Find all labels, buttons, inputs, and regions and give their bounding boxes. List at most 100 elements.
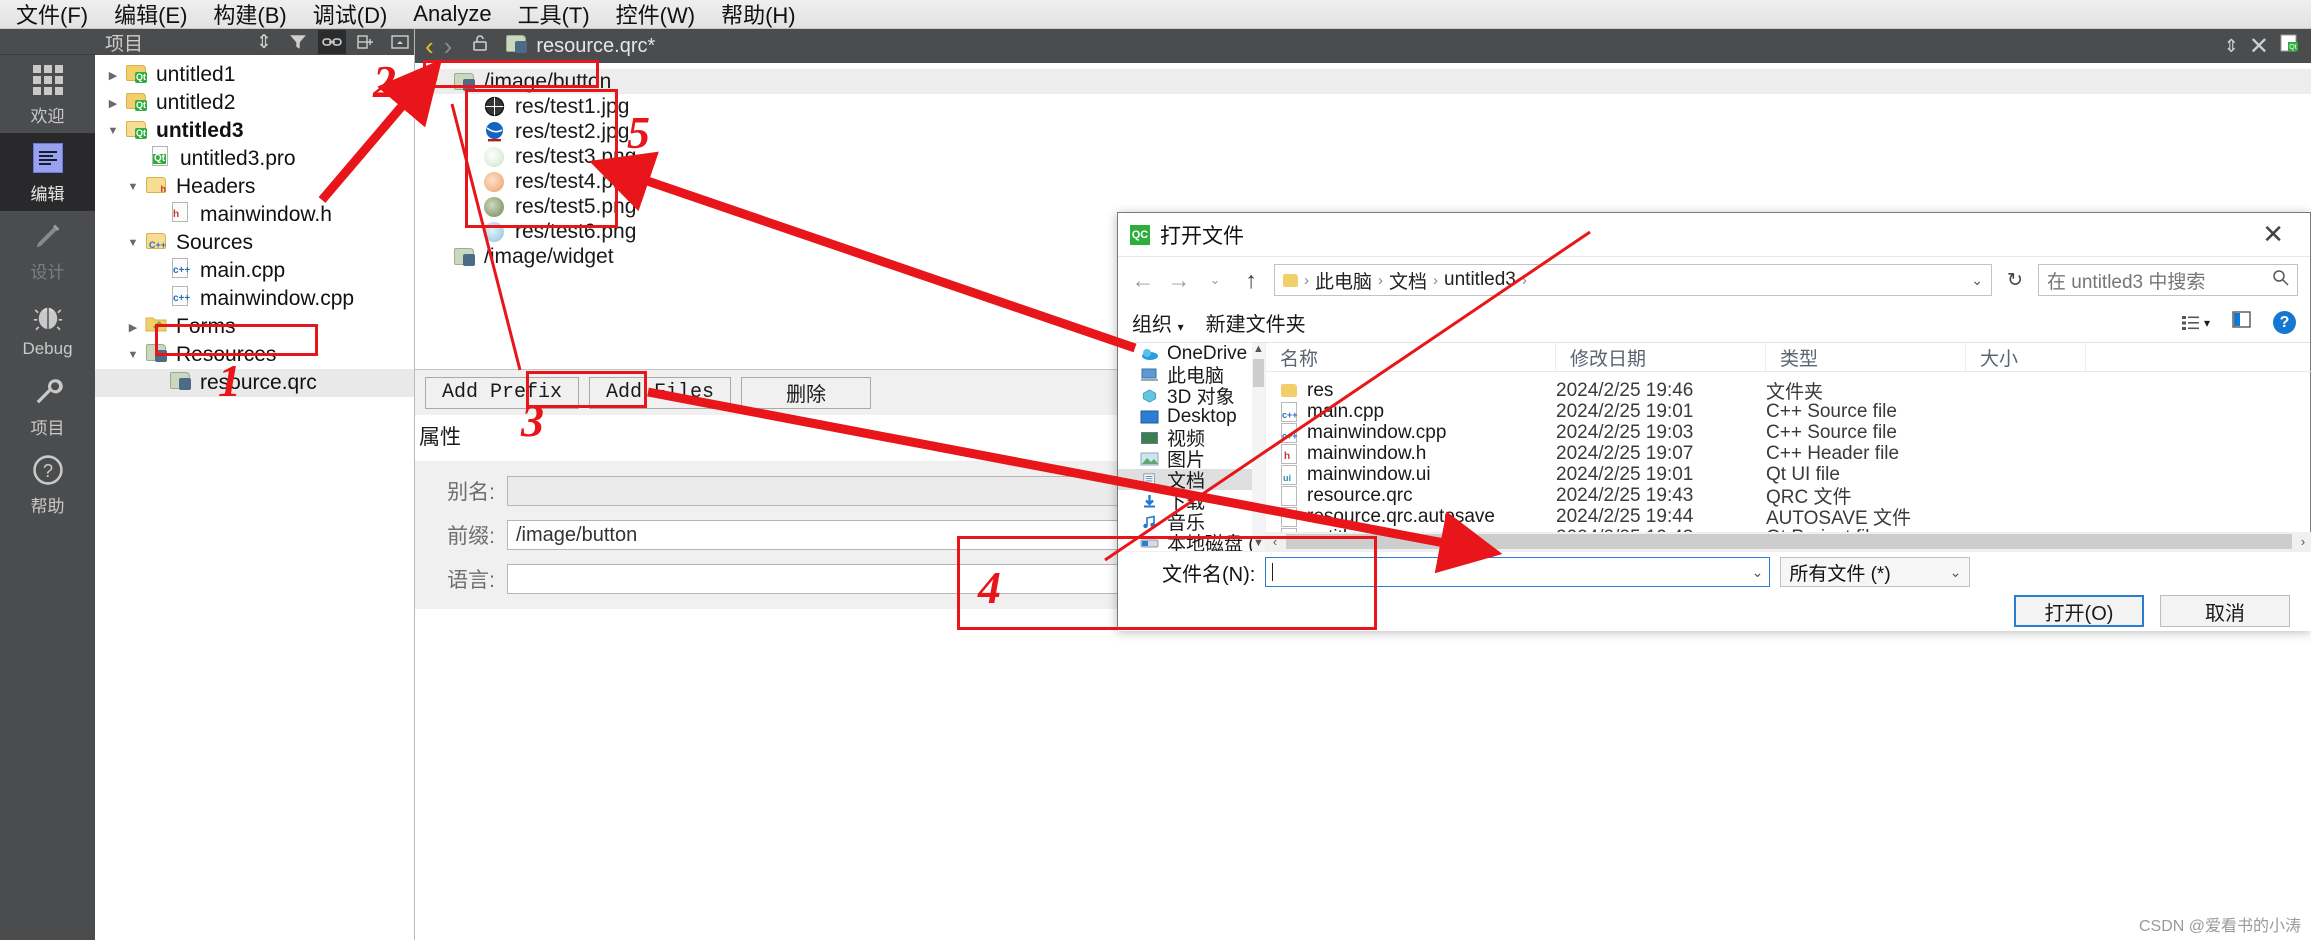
- tree-label: Resources: [176, 343, 277, 366]
- file-list-horizontal-scrollbar[interactable]: ‹ ›: [1266, 532, 2311, 551]
- menu-item-widgets[interactable]: 控件(W): [616, 0, 695, 30]
- column-name[interactable]: 名称: [1266, 343, 1556, 372]
- mode-debug[interactable]: Debug: [0, 289, 95, 367]
- alias-label: 别名:: [447, 481, 495, 504]
- column-type[interactable]: 类型: [1766, 343, 1966, 372]
- scroll-up-icon[interactable]: ▲: [1252, 343, 1265, 357]
- help-icon[interactable]: ?: [2273, 311, 2296, 334]
- menu-item-file[interactable]: 文件(F): [16, 0, 88, 30]
- resource-file-test2[interactable]: res/test2.jpg: [415, 119, 2311, 144]
- preview-pane-icon[interactable]: [2232, 310, 2251, 335]
- file-date: 2024/2/25 19:46: [1556, 379, 1694, 401]
- breadcrumb-pc[interactable]: 此电脑: [1315, 267, 1372, 294]
- filter-icon[interactable]: [284, 30, 312, 54]
- back-icon[interactable]: ‹: [425, 31, 434, 62]
- menu-item-tools[interactable]: 工具(T): [518, 0, 590, 30]
- resource-file-test3[interactable]: res/test3.png: [415, 144, 2311, 169]
- mode-help[interactable]: ? 帮助: [0, 445, 95, 523]
- back-icon[interactable]: ←: [1130, 267, 1156, 294]
- close-icon[interactable]: ✕: [2248, 219, 2298, 250]
- chevron-down-icon[interactable]: ▼: [123, 181, 143, 193]
- editor-filename: resource.qrc*: [536, 34, 656, 57]
- tree-item-main-cpp[interactable]: c++ main.cpp: [95, 257, 414, 285]
- menu-item-analyze[interactable]: Analyze: [413, 1, 491, 27]
- scroll-thumb[interactable]: [1286, 534, 2292, 549]
- breadcrumb-documents[interactable]: 文档: [1389, 267, 1427, 294]
- add-prefix-button[interactable]: Add Prefix: [425, 376, 580, 409]
- search-box[interactable]: 在 untitled3 中搜索: [2038, 264, 2298, 296]
- chevron-down-icon[interactable]: ⌄: [1950, 564, 1962, 581]
- column-size[interactable]: 大小: [1966, 343, 2086, 372]
- table-row[interactable]: c++ main.cpp 2024/2/25 19:01 C++ Source …: [1266, 401, 2311, 422]
- ui-file-icon: ui: [1280, 464, 1298, 485]
- tree-item-untitled2[interactable]: ▶ Qt untitled2: [95, 89, 414, 117]
- chevron-down-icon[interactable]: ▼: [123, 349, 143, 361]
- collapse-icon[interactable]: [386, 30, 414, 54]
- nav-pane-scrollbar[interactable]: ▲ ▼: [1252, 343, 1265, 551]
- table-row[interactable]: res 2024/2/25 19:46 文件夹: [1266, 379, 2311, 403]
- tree-item-headers[interactable]: ▼ h Headers: [95, 173, 414, 201]
- tree-item-untitled1[interactable]: ▶ Qt untitled1: [95, 61, 414, 89]
- address-bar[interactable]: › 此电脑 › 文档 › untitled3 › ⌄: [1274, 264, 1992, 296]
- tree-item-mainwindow-cpp[interactable]: c++ mainwindow.cpp: [95, 285, 414, 313]
- resource-file-test1[interactable]: res/test1.jpg: [415, 94, 2311, 119]
- split-icon[interactable]: ⇕: [2224, 36, 2239, 57]
- menu-item-build[interactable]: 构建(B): [213, 0, 286, 30]
- scroll-left-icon[interactable]: ‹: [1266, 534, 1284, 549]
- chevron-down-icon[interactable]: ⌄: [1971, 272, 1983, 289]
- menu-item-debug[interactable]: 调试(D): [313, 0, 388, 30]
- recent-dropdown-icon[interactable]: ⌄: [1202, 272, 1228, 288]
- forward-icon[interactable]: →: [1166, 267, 1192, 294]
- organize-button[interactable]: 组织 ▾: [1132, 308, 1184, 337]
- column-date[interactable]: 修改日期: [1556, 343, 1766, 372]
- split-add-icon[interactable]: [352, 30, 380, 54]
- nav-item-local-disk-c[interactable]: 本地磁盘 (C:): [1118, 532, 1265, 551]
- filename-input[interactable]: ⌄: [1265, 557, 1771, 587]
- delete-button[interactable]: 删除: [741, 376, 872, 409]
- table-row[interactable]: h mainwindow.h 2024/2/25 19:07 C++ Heade…: [1266, 443, 2311, 464]
- qt-doc-icon[interactable]: Qt: [2279, 33, 2301, 59]
- unlock-icon[interactable]: [470, 33, 490, 59]
- nav-item-3dobjects[interactable]: 3D 对象: [1118, 385, 1265, 408]
- menu-item-help[interactable]: 帮助(H): [721, 0, 796, 30]
- updown-icon[interactable]: ⇕: [250, 30, 278, 54]
- chevron-down-icon[interactable]: ▼: [429, 76, 451, 88]
- scroll-down-icon[interactable]: ▼: [1252, 537, 1265, 551]
- add-files-button[interactable]: Add Files: [589, 376, 732, 409]
- mode-projects[interactable]: 项目: [0, 367, 95, 445]
- forward-icon[interactable]: ›: [444, 31, 453, 62]
- open-button[interactable]: 打开(O): [2014, 595, 2144, 627]
- mode-welcome[interactable]: 欢迎: [0, 55, 95, 133]
- cancel-button[interactable]: 取消: [2160, 595, 2290, 627]
- link-icon[interactable]: [318, 30, 346, 54]
- refresh-icon[interactable]: ↻: [2002, 269, 2028, 292]
- view-mode-icon[interactable]: ▾: [2181, 314, 2210, 332]
- tree-item-untitled3-pro[interactable]: Qt untitled3.pro: [95, 145, 414, 173]
- table-row[interactable]: c++ mainwindow.cpp 2024/2/25 19:03 C++ S…: [1266, 422, 2311, 443]
- new-folder-button[interactable]: 新建文件夹: [1206, 308, 1306, 337]
- tree-item-mainwindow-h[interactable]: h mainwindow.h: [95, 201, 414, 229]
- tree-item-resources[interactable]: ▼ Resources: [95, 341, 414, 369]
- chevron-down-icon[interactable]: ⌄: [1752, 564, 1764, 581]
- close-icon[interactable]: ✕: [2249, 32, 2269, 61]
- mode-design[interactable]: 设计: [0, 211, 95, 289]
- chevron-right-icon[interactable]: ▶: [123, 321, 143, 334]
- resource-prefix-image-button[interactable]: ▼ /image/button: [415, 69, 2311, 94]
- chevron-down-icon[interactable]: ▼: [103, 125, 123, 137]
- tree-item-sources[interactable]: ▼ C++ Sources: [95, 229, 414, 257]
- tree-item-untitled3[interactable]: ▼ Qt untitled3: [95, 117, 414, 145]
- mode-edit[interactable]: 编辑: [0, 133, 95, 211]
- table-row[interactable]: resource.qrc.autosave 2024/2/25 19:44 AU…: [1266, 506, 2311, 529]
- chevron-right-icon[interactable]: ▶: [103, 69, 123, 82]
- scroll-right-icon[interactable]: ›: [2294, 534, 2311, 549]
- tree-item-resource-qrc[interactable]: resource.qrc: [95, 369, 414, 397]
- up-icon[interactable]: ↑: [1238, 267, 1264, 294]
- chevron-right-icon[interactable]: ▶: [103, 97, 123, 110]
- scroll-thumb[interactable]: [1253, 359, 1264, 387]
- file-type-filter[interactable]: 所有文件 (*) ⌄: [1780, 557, 1971, 587]
- resource-file-test4[interactable]: res/test4.png: [415, 169, 2311, 194]
- chevron-down-icon[interactable]: ▼: [123, 237, 143, 249]
- menu-item-edit[interactable]: 编辑(E): [114, 0, 187, 30]
- breadcrumb-untitled3[interactable]: untitled3: [1444, 269, 1516, 291]
- tree-item-forms[interactable]: ▶ Forms: [95, 313, 414, 341]
